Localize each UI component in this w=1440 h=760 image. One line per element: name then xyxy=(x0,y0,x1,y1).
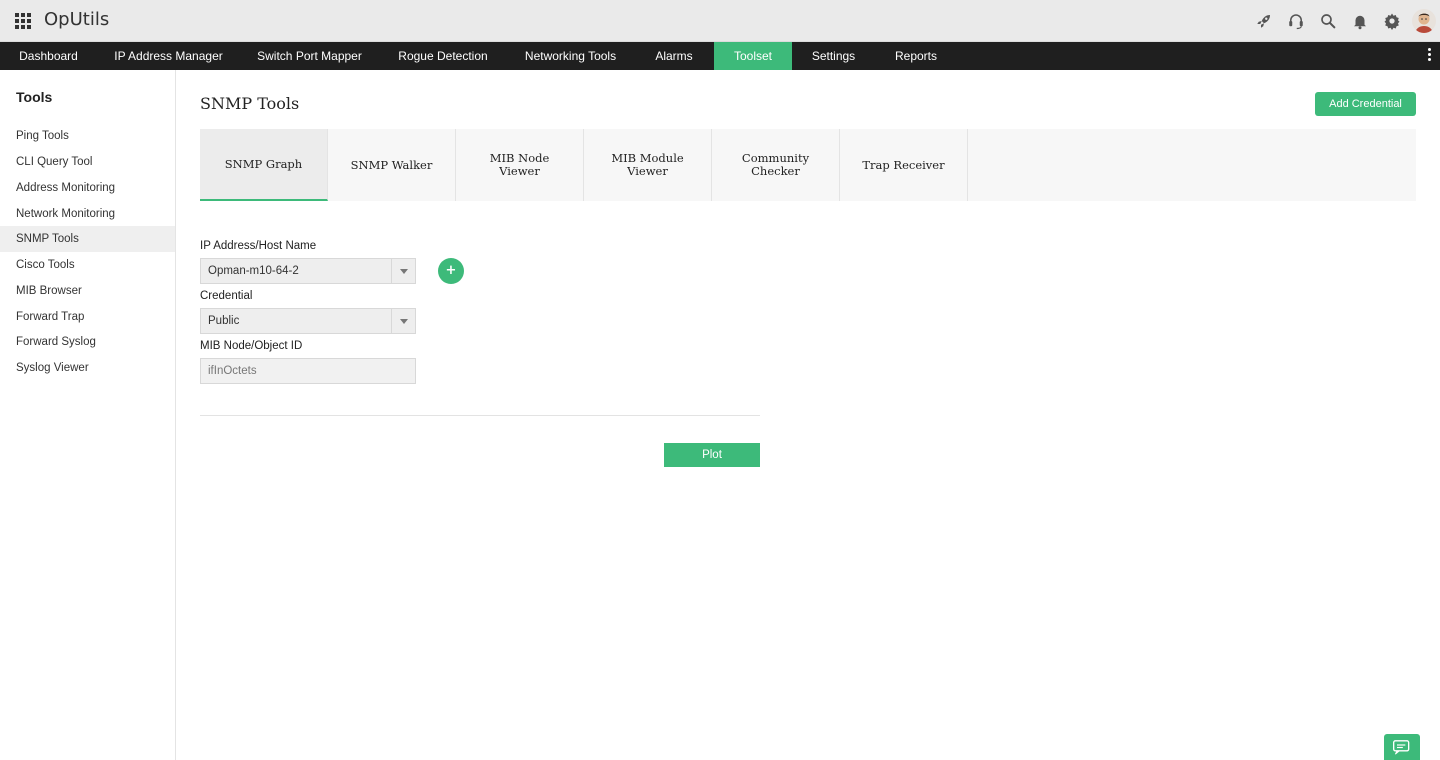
nav-dashboard[interactable]: Dashboard xyxy=(0,42,97,70)
nav-rogue-detection[interactable]: Rogue Detection xyxy=(379,42,507,70)
rocket-icon[interactable] xyxy=(1252,9,1276,33)
more-menu-icon[interactable] xyxy=(1428,48,1432,64)
host-label: IP Address/Host Name xyxy=(200,240,317,252)
nav-alarms[interactable]: Alarms xyxy=(634,42,714,70)
top-bar: OpUtils xyxy=(0,0,1440,42)
sidebar-item-network-monitoring[interactable]: Network Monitoring xyxy=(0,201,175,227)
credential-label: Credential xyxy=(200,290,253,302)
host-select[interactable]: Opman-m10-64-2 xyxy=(200,258,416,284)
chevron-down-icon[interactable] xyxy=(391,309,415,333)
credential-select[interactable]: Public xyxy=(200,308,416,334)
headset-icon[interactable] xyxy=(1284,9,1308,33)
tab-snmp-walker[interactable]: SNMP Walker xyxy=(328,129,456,201)
mib-object-input[interactable]: ifInOctets xyxy=(200,358,416,384)
sidebar-item-snmp-tools[interactable]: SNMP Tools xyxy=(0,226,175,252)
tab-trap-receiver[interactable]: Trap Receiver xyxy=(840,129,968,201)
nav-settings[interactable]: Settings xyxy=(792,42,875,70)
page-title: SNMP Tools xyxy=(200,94,300,113)
chat-icon[interactable] xyxy=(1384,734,1420,760)
bell-icon[interactable] xyxy=(1348,9,1372,33)
plot-button[interactable]: Plot xyxy=(664,443,760,467)
sidebar-title: Tools xyxy=(16,89,53,105)
nav-ip-address-manager[interactable]: IP Address Manager xyxy=(97,42,240,70)
tab-mib-node-viewer[interactable]: MIB Node Viewer xyxy=(456,129,584,201)
sidebar-item-syslog-viewer[interactable]: Syslog Viewer xyxy=(0,355,175,381)
tools-sidebar: Tools Ping Tools CLI Query Tool Address … xyxy=(0,70,176,760)
sidebar-item-cisco-tools[interactable]: Cisco Tools xyxy=(0,252,175,278)
tab-snmp-graph[interactable]: SNMP Graph xyxy=(200,129,328,201)
gear-icon[interactable] xyxy=(1380,9,1404,33)
sidebar-item-address-monitoring[interactable]: Address Monitoring xyxy=(0,175,175,201)
nav-switch-port-mapper[interactable]: Switch Port Mapper xyxy=(240,42,379,70)
nav-toolset[interactable]: Toolset xyxy=(714,42,792,70)
nav-reports[interactable]: Reports xyxy=(875,42,957,70)
header-icon-group xyxy=(1244,8,1436,34)
sidebar-item-ping-tools[interactable]: Ping Tools xyxy=(0,123,175,149)
app-brand: OpUtils xyxy=(44,9,110,30)
apps-grid-icon[interactable] xyxy=(15,13,32,30)
credential-select-value: Public xyxy=(208,315,240,327)
sidebar-item-forward-syslog[interactable]: Forward Syslog xyxy=(0,329,175,355)
user-avatar[interactable] xyxy=(1412,9,1436,33)
sidebar-item-cli-query-tool[interactable]: CLI Query Tool xyxy=(0,149,175,175)
mib-object-placeholder: ifInOctets xyxy=(208,365,257,377)
add-host-button[interactable]: + xyxy=(438,258,464,284)
sidebar-item-mib-browser[interactable]: MIB Browser xyxy=(0,278,175,304)
mib-label: MIB Node/Object ID xyxy=(200,340,303,352)
main-nav: Dashboard IP Address Manager Switch Port… xyxy=(0,42,1440,70)
search-icon[interactable] xyxy=(1316,9,1340,33)
host-select-value: Opman-m10-64-2 xyxy=(208,265,299,277)
nav-networking-tools[interactable]: Networking Tools xyxy=(507,42,634,70)
sidebar-item-forward-trap[interactable]: Forward Trap xyxy=(0,304,175,330)
tab-mib-module-viewer[interactable]: MIB Module Viewer xyxy=(584,129,712,201)
tab-community-checker[interactable]: Community Checker xyxy=(712,129,840,201)
add-credential-button[interactable]: Add Credential xyxy=(1315,92,1416,116)
snmp-tabs: SNMP Graph SNMP Walker MIB Node Viewer M… xyxy=(200,129,1416,201)
form-divider xyxy=(200,415,760,416)
chevron-down-icon[interactable] xyxy=(391,259,415,283)
